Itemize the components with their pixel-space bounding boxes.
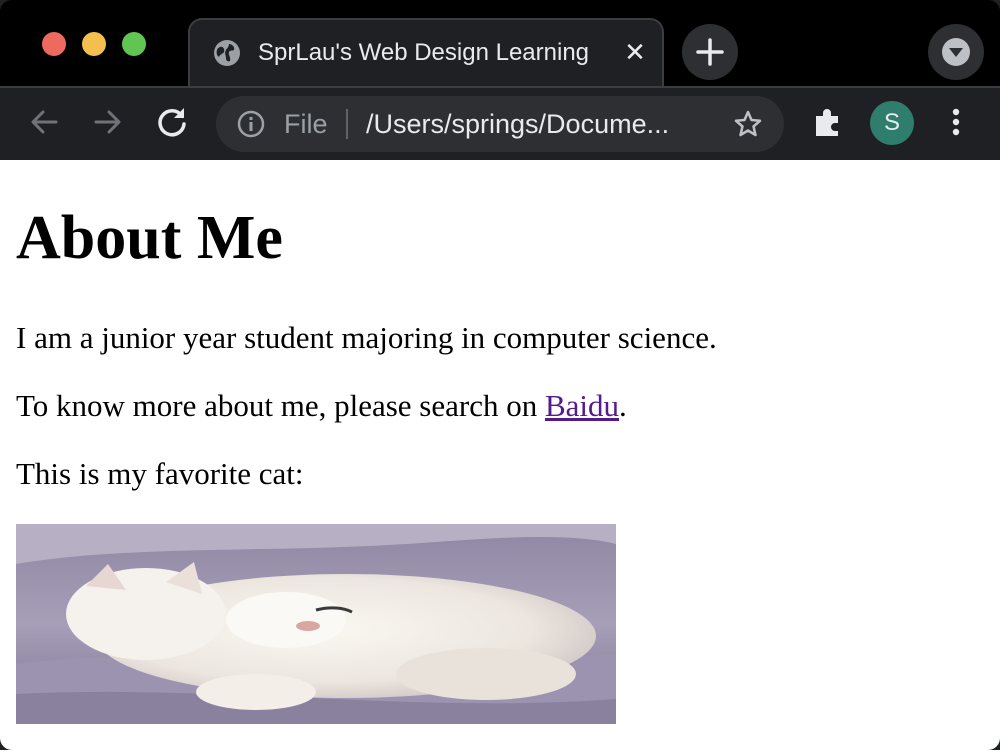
- search-prefix-text: To know more about me, please search on: [16, 388, 545, 423]
- star-icon[interactable]: [732, 108, 764, 140]
- new-tab-button[interactable]: [682, 24, 738, 80]
- address-divider: [346, 109, 348, 139]
- search-paragraph: To know more about me, please search on …: [16, 388, 627, 424]
- minimize-window-button[interactable]: [82, 32, 106, 56]
- cat-caption: This is my favorite cat:: [16, 456, 304, 491]
- maximize-window-button[interactable]: [122, 32, 146, 56]
- globe-icon: [214, 40, 240, 66]
- toolbar: File /Users/springs/Docume... S: [0, 86, 1000, 160]
- profile-avatar[interactable]: S: [870, 101, 914, 145]
- search-suffix-text: .: [619, 388, 627, 423]
- tab-title: SprLau's Web Design Learning: [258, 39, 590, 66]
- cat-image: [16, 524, 616, 724]
- intro-paragraph: I am a junior year student majoring in c…: [16, 320, 717, 355]
- tab-search-button[interactable]: [928, 24, 984, 80]
- tab-close-icon[interactable]: ✕: [622, 39, 648, 65]
- extensions-icon[interactable]: [806, 100, 850, 144]
- page-content: About Me I am a junior year student majo…: [0, 160, 1000, 750]
- address-bar[interactable]: File /Users/springs/Docume...: [216, 96, 784, 152]
- tab-strip: SprLau's Web Design Learning ✕: [0, 0, 1000, 86]
- plus-icon: [696, 38, 724, 66]
- reload-icon[interactable]: [150, 100, 194, 144]
- close-window-button[interactable]: [42, 32, 66, 56]
- forward-icon[interactable]: [86, 100, 130, 144]
- info-icon[interactable]: [236, 109, 266, 139]
- baidu-link[interactable]: Baidu: [545, 388, 619, 423]
- address-scheme-label: File: [284, 109, 328, 139]
- back-icon[interactable]: [22, 100, 66, 144]
- more-icon[interactable]: [934, 100, 978, 144]
- page-heading: About Me: [16, 204, 283, 272]
- dropdown-icon: [942, 38, 970, 66]
- tab-active[interactable]: SprLau's Web Design Learning ✕: [188, 18, 664, 86]
- address-url[interactable]: /Users/springs/Docume...: [366, 108, 718, 140]
- browser-window: SprLau's Web Design Learning ✕ File /Use…: [0, 0, 1000, 750]
